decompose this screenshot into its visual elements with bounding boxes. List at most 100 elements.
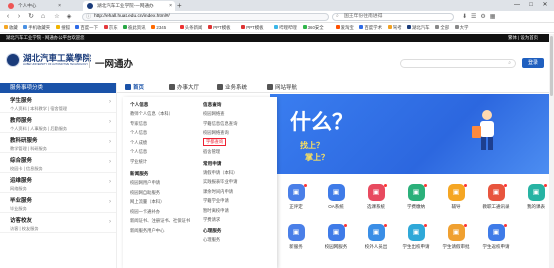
category-subitems[interactable]: 个人资料 | 本科教学 | 宿舍管理 [10, 106, 116, 112]
close-tab-icon[interactable]: × [58, 1, 61, 11]
bookmark-item[interactable]: 爱淘宝 [335, 23, 354, 33]
menu-item[interactable]: 暂时离校申请 [203, 206, 275, 216]
menu-item[interactable]: 心理服务 [203, 235, 275, 245]
service-shortcut[interactable]: ▣ 教职工通讯录 [476, 184, 516, 220]
menu-item[interactable]: 网上流量（本科） [130, 197, 202, 207]
menu-item[interactable]: 学费请求 [203, 215, 275, 225]
sidebar-category[interactable]: 学生服务 个人资料 | 本科教学 | 宿舍管理 › [0, 93, 116, 113]
category-subitems[interactable]: 个人资料 | 人事服务 | 后勤服务 [10, 126, 116, 132]
scrollbar-thumb[interactable] [550, 36, 553, 96]
browser-tab-ehall[interactable]: 湖北汽车工业学院-一网通办 × [83, 1, 175, 11]
bookmark-item[interactable]: 百度一下 [75, 23, 98, 33]
bookmark-item[interactable]: 哔哩哔哩 [274, 23, 297, 33]
menu-item[interactable]: 教师个人信息（本科） [130, 109, 202, 119]
menu-item[interactable]: 学业统计 [130, 157, 202, 167]
bookmark-item[interactable]: 百度学术 [359, 23, 382, 33]
menu-item[interactable]: 学籍信息信息查询 [203, 119, 275, 129]
star-icon[interactable]: ☆ [52, 12, 62, 22]
bookmark-item[interactable]: PPT模板 [208, 23, 231, 33]
menu-item[interactable]: 专家信息 [130, 119, 202, 129]
nav-site-directory[interactable]: 网站导航 [267, 83, 297, 93]
university-logo[interactable]: 湖北汽車工業學院 HUBEI UNIVERSITY OF AUTOMOTIVE … [6, 51, 91, 72]
menu-item[interactable]: 学籍学业申请 [203, 196, 275, 206]
browser-tab-personal[interactable]: 个人中心 × [4, 1, 64, 11]
service-shortcut[interactable]: ▣ 正评定 [276, 184, 316, 220]
bookmark-item[interactable]: 彼此资讯 [123, 23, 146, 33]
service-shortcut[interactable]: ▣ 辅导 [436, 184, 476, 220]
minimize-button[interactable]: — [510, 0, 524, 11]
browser-search-input[interactable]: ⌕ 国王年份往南进得 [332, 13, 454, 21]
top-links[interactable]: 繁体 | 设为首页 [508, 34, 538, 42]
menu-item[interactable]: 个人成绩 [130, 138, 202, 148]
sidebar-category[interactable]: 教师服务 个人资料 | 人事服务 | 后勤服务 › [0, 113, 116, 133]
address-bar[interactable]: ⓘ http://ehall.huat.edu.cn/index.html#/ [82, 13, 329, 21]
menu-item[interactable]: 校园网络查询 [203, 128, 275, 138]
menu-item[interactable]: 个人信息 [130, 147, 202, 157]
bookmark-item[interactable]: 2345 [151, 23, 166, 33]
hero-banner[interactable]: 什么？ 找上？ 掌上？ [270, 94, 554, 174]
maximize-button[interactable]: □ [524, 0, 538, 11]
page-scrollbar[interactable] [549, 34, 554, 268]
menu-item[interactable]: 校园网自助服务 [130, 188, 202, 198]
shield-icon[interactable]: ◈ [64, 12, 74, 22]
header-divider [89, 54, 90, 68]
service-shortcut[interactable]: ▣ 学生请假审批 [436, 224, 476, 260]
bookmark-item[interactable]: 大学 [454, 23, 468, 33]
menu-item[interactable]: 校园一卡通补办 [130, 207, 202, 217]
nav-service-hall[interactable]: 办事大厅 [169, 83, 199, 93]
menu-item-highlighted[interactable]: 宇都查询 [203, 137, 227, 146]
service-shortcut[interactable]: ▣ OA系统 [316, 184, 356, 220]
nav-home[interactable]: 首页 [125, 83, 144, 93]
bookmark-item[interactable]: 360安全 [302, 23, 324, 33]
sidebar-category[interactable]: 访客校友 访客 | 校友服务 › [0, 213, 116, 233]
menu-item[interactable]: 新闻服务用户中心 [130, 226, 202, 236]
service-shortcut[interactable]: ▣ 校园网服务 [316, 224, 356, 260]
toolbar-extension-icons[interactable]: ⬇☰⚙▦ [462, 13, 499, 20]
site-search-input[interactable]: ⌕ [400, 59, 516, 68]
service-shortcut[interactable]: ▣ 学生返校申请 [476, 224, 516, 260]
category-subitems[interactable]: 校园卡 | 信息服务 [10, 166, 116, 172]
bookmark-item[interactable]: 头条新闻 [179, 23, 202, 33]
menu-item[interactable]: 课余时间内申请 [203, 187, 275, 197]
bookmark-item[interactable]: 搜狐 [56, 23, 70, 33]
login-button[interactable]: 登录 [522, 58, 544, 68]
nav-business-system[interactable]: 业务系统 [217, 83, 247, 93]
menu-item[interactable]: 校园网用户申请 [130, 178, 202, 188]
menu-item[interactable]: 请假申请（本科） [203, 168, 275, 178]
service-shortcut[interactable]: ▣ 选课系统 [356, 184, 396, 220]
bookmark-item[interactable]: 驾考 [387, 23, 402, 33]
bookmark-item[interactable]: PPT模板 [241, 23, 264, 33]
category-subitems[interactable]: 访客 | 校友服务 [10, 226, 116, 232]
close-window-button[interactable]: ✕ [538, 0, 552, 11]
bookmark-item[interactable]: 全部 [435, 23, 449, 33]
menu-item[interactable]: 校园网络查 [203, 109, 275, 119]
service-shortcut[interactable]: ▣ 校外人员出 [356, 224, 396, 260]
back-button[interactable]: ‹ [3, 12, 13, 22]
bookmark-item[interactable]: 收藏 [4, 23, 18, 33]
close-tab-icon[interactable]: × [169, 1, 172, 11]
reload-button[interactable]: ↻ [26, 12, 36, 22]
bookmark-item[interactable]: 手机收藏夹 [23, 23, 50, 33]
category-subitems[interactable]: 教学管理 | 科研服务 [10, 146, 116, 152]
forward-button[interactable]: › [14, 12, 24, 22]
category-subitems[interactable]: 毕业服务 [10, 206, 116, 212]
bookmark-item[interactable]: 湖北汽车 [407, 23, 430, 33]
service-shortcut[interactable]: ▣ 学费缴纳 [396, 184, 436, 220]
sidebar-category[interactable]: 运维服务 网络服务 › [0, 173, 116, 193]
banner-line-1: 找上？ [300, 141, 324, 150]
service-shortcut[interactable]: ▣ 新服务 [276, 224, 316, 260]
new-tab-button[interactable]: + [177, 0, 182, 11]
sidebar-category[interactable]: 毕业服务 毕业服务 › [0, 193, 116, 213]
notification-dot [504, 224, 507, 227]
home-mega-menu: 个人信息 教师个人信息（本科） 专家信息 个人信息 个人成绩 个人信息 学业统计 新闻服务… [123, 97, 277, 268]
home-button[interactable]: ⌂ [38, 12, 48, 22]
menu-item[interactable]: 新闻证书、注册证书、社保证书 [130, 216, 202, 226]
category-subitems[interactable]: 网络服务 [10, 186, 116, 192]
bookmark-item[interactable]: 京东 [103, 23, 118, 33]
menu-item[interactable]: 宿舍管理 [203, 147, 275, 157]
menu-item[interactable]: 实践报表毕业申请 [203, 177, 275, 187]
sidebar-category[interactable]: 综合服务 校园卡 | 信息服务 › [0, 153, 116, 173]
sidebar-category[interactable]: 教科研服务 教学管理 | 科研服务 › [0, 133, 116, 153]
menu-item[interactable]: 个人信息 [130, 128, 202, 138]
service-shortcut[interactable]: ▣ 学生出校申请 [396, 224, 436, 260]
